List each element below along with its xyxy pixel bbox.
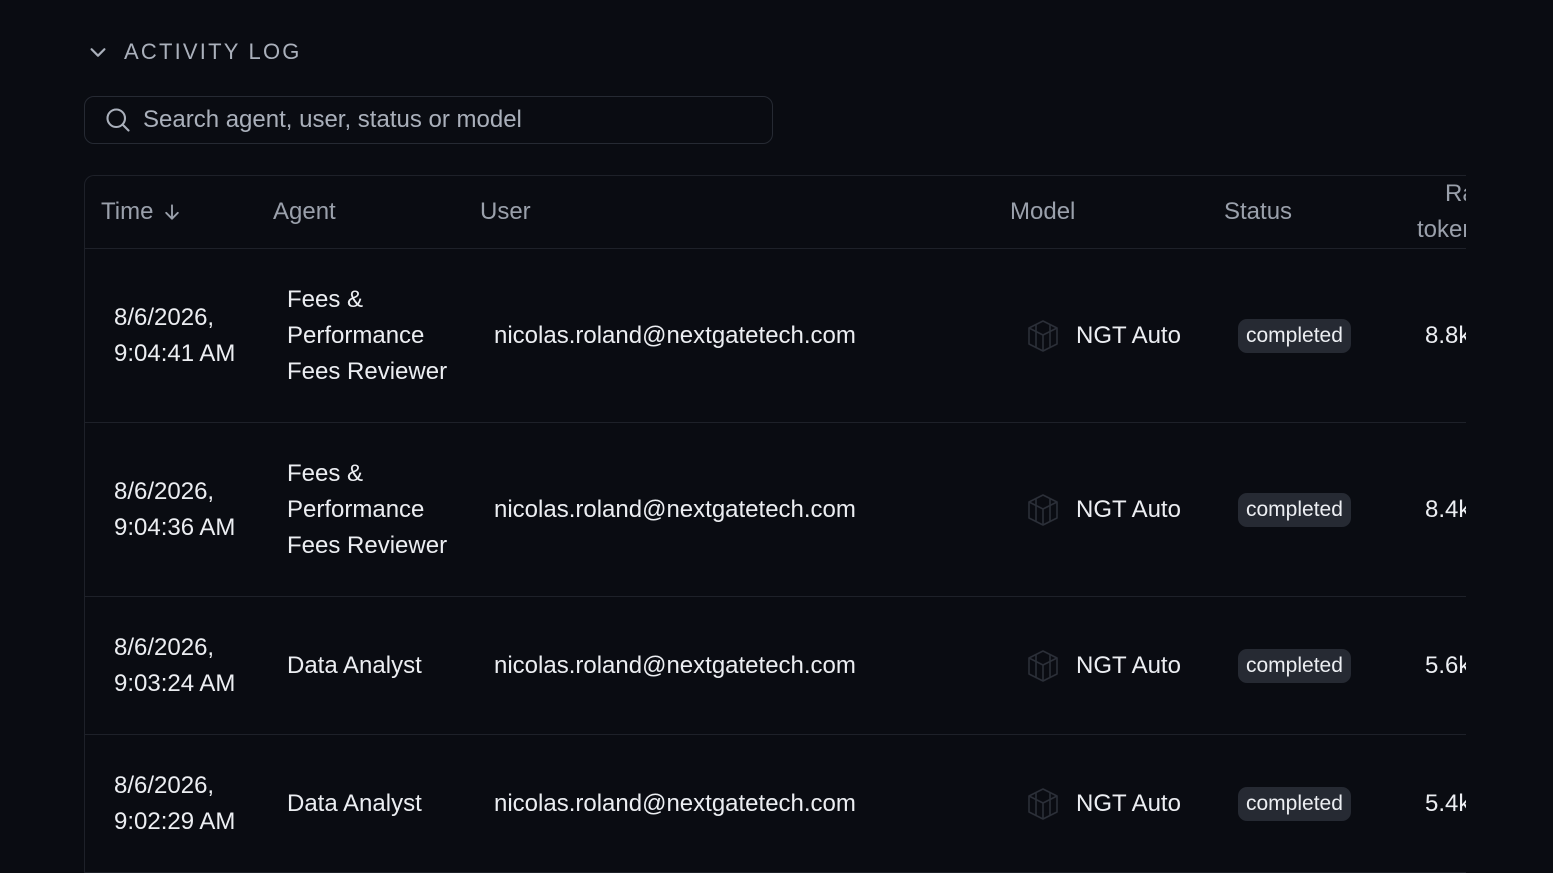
row-model-name: NGT Auto: [1076, 651, 1181, 679]
activity-log-page: ACTIVITY LOG Time Agent User Model: [0, 0, 1553, 873]
activity-log-toggle[interactable]: ACTIVITY LOG: [86, 36, 302, 68]
status-badge[interactable]: completed: [1238, 786, 1351, 821]
row-agent: Data Analyst: [287, 789, 422, 817]
row-model: NGT Auto: [1024, 249, 1194, 422]
activity-table: Time Agent User Model Status Raw tokens: [84, 175, 1466, 873]
row-model: NGT Auto: [1024, 597, 1194, 734]
status-badge[interactable]: completed: [1238, 648, 1351, 683]
row-model-name: NGT Auto: [1076, 495, 1181, 523]
row-model-name: NGT Auto: [1076, 789, 1181, 817]
row-time: 8/6/2026, 9:02:29 AM: [114, 771, 236, 835]
chevron-down-icon: [86, 40, 110, 64]
table-row[interactable]: 8/6/2026, 9:03:24 AM Data Analyst nicola…: [85, 597, 1466, 735]
column-header-raw-line2: tokens: [1417, 216, 1466, 243]
model-logo-icon: [1024, 647, 1062, 685]
column-header-model-label: Model: [1010, 198, 1076, 225]
model-logo-icon: [1024, 491, 1062, 529]
row-agent: Data Analyst: [287, 651, 422, 679]
model-logo-icon: [1024, 317, 1062, 355]
table-header: Time Agent User Model Status Raw tokens: [85, 176, 1466, 249]
search-input[interactable]: [143, 97, 772, 143]
model-logo-icon: [1024, 785, 1062, 823]
search-box[interactable]: [84, 96, 773, 144]
row-status: completed: [1238, 597, 1388, 734]
row-agent: Fees & Performance Fees Reviewer: [287, 459, 448, 559]
row-user: nicolas.roland@nextgatetech.com: [494, 321, 856, 349]
column-header-status-label: Status: [1224, 198, 1293, 225]
row-raw-tokens: 8.4k: [1425, 495, 1466, 523]
column-header-status[interactable]: Status: [1224, 176, 1292, 248]
row-status: completed: [1238, 249, 1388, 422]
column-header-user[interactable]: User: [480, 176, 531, 248]
arrow-down-icon: [161, 201, 183, 223]
table-row[interactable]: 8/6/2026, 9:04:41 AM Fees & Performance …: [85, 249, 1466, 423]
column-header-raw-tokens[interactable]: Raw tokens: [1417, 176, 1466, 248]
status-badge[interactable]: completed: [1238, 492, 1351, 527]
row-user: nicolas.roland@nextgatetech.com: [494, 651, 856, 679]
column-header-model[interactable]: Model: [1010, 176, 1075, 248]
row-raw-tokens: 8.8k: [1425, 321, 1466, 349]
row-model-name: NGT Auto: [1076, 321, 1181, 349]
row-status: completed: [1238, 735, 1388, 872]
row-model: NGT Auto: [1024, 735, 1194, 872]
search-icon: [103, 105, 133, 135]
status-badge[interactable]: completed: [1238, 318, 1351, 353]
table-row[interactable]: 8/6/2026, 9:04:36 AM Fees & Performance …: [85, 423, 1466, 597]
row-raw-tokens: 5.4k: [1425, 789, 1466, 817]
column-header-user-label: User: [480, 198, 531, 225]
row-user: nicolas.roland@nextgatetech.com: [494, 495, 856, 523]
table-row[interactable]: 8/6/2026, 9:02:29 AM Data Analyst nicola…: [85, 735, 1466, 873]
section-title: ACTIVITY LOG: [124, 39, 302, 64]
row-user: nicolas.roland@nextgatetech.com: [494, 789, 856, 817]
row-agent: Fees & Performance Fees Reviewer: [287, 285, 448, 385]
row-time: 8/6/2026, 9:04:41 AM: [114, 303, 236, 367]
row-time: 8/6/2026, 9:03:24 AM: [114, 633, 236, 697]
row-time: 8/6/2026, 9:04:36 AM: [114, 477, 236, 541]
row-raw-tokens: 5.6k: [1425, 651, 1466, 679]
column-header-time[interactable]: Time: [101, 176, 183, 248]
row-model: NGT Auto: [1024, 423, 1194, 596]
column-header-agent-label: Agent: [273, 198, 336, 225]
column-header-raw-line1: Raw: [1445, 180, 1466, 207]
row-status: completed: [1238, 423, 1388, 596]
column-header-time-label: Time: [101, 198, 154, 225]
column-header-agent[interactable]: Agent: [273, 176, 336, 248]
